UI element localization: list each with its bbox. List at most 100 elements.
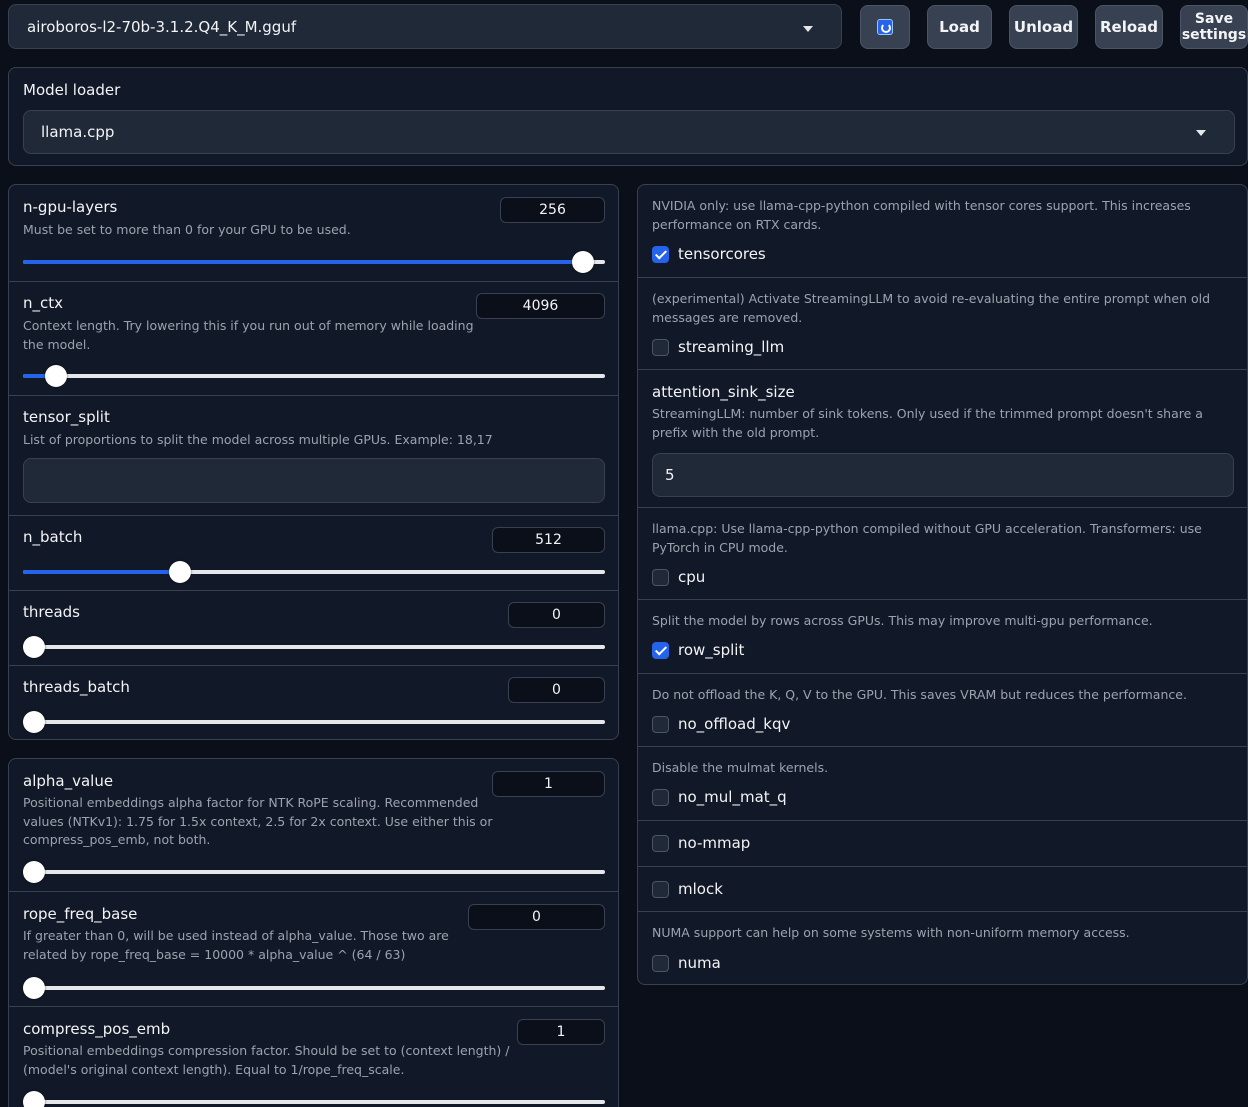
cpu-checkbox[interactable] bbox=[652, 569, 669, 586]
tensor-split-description: List of proportions to split the model a… bbox=[23, 432, 493, 447]
n-gpu-layers-slider[interactable] bbox=[23, 251, 605, 273]
slider-thumb[interactable] bbox=[571, 251, 594, 273]
no-mmap-row: no-mmap bbox=[638, 820, 1247, 866]
tensor-split-row: tensor_split List of proportions to spli… bbox=[9, 395, 618, 515]
cpu-row: llama.cpp: Use llama-cpp-python compiled… bbox=[638, 507, 1247, 599]
row-split-row: Split the model by rows across GPUs. Thi… bbox=[638, 599, 1247, 673]
no-mmap-label[interactable]: no-mmap bbox=[678, 834, 750, 852]
rope-settings-panel: alpha_value Positional embeddings alpha … bbox=[8, 758, 619, 1107]
threads-row: threads 0 bbox=[9, 590, 618, 665]
rope-freq-base-slider[interactable] bbox=[23, 977, 605, 999]
streaming-llm-row: (experimental) Activate StreamingLLM to … bbox=[638, 277, 1247, 369]
save-settings-label: Save settings bbox=[1181, 11, 1247, 43]
tensor-split-input[interactable] bbox=[23, 458, 605, 503]
load-button-label: Load bbox=[939, 18, 980, 36]
mlock-checkbox[interactable] bbox=[652, 881, 669, 898]
n-ctx-description: Context length. Try lowering this if you… bbox=[23, 318, 474, 352]
rope-freq-base-description: If greater than 0, will be used instead … bbox=[23, 928, 449, 962]
slider-thumb[interactable] bbox=[23, 977, 45, 999]
numa-checkbox[interactable] bbox=[652, 955, 669, 972]
model-loader-label: Model loader bbox=[23, 81, 121, 99]
n-batch-row: n_batch 512 bbox=[9, 515, 618, 590]
rope-freq-base-label: rope_freq_base bbox=[23, 905, 138, 923]
slider-fill bbox=[23, 260, 583, 264]
reload-button-label: Reload bbox=[1099, 18, 1159, 36]
compress-pos-emb-description: Positional embeddings compression factor… bbox=[23, 1043, 510, 1077]
mlock-label[interactable]: mlock bbox=[678, 880, 723, 898]
alpha-value-input[interactable]: 1 bbox=[492, 771, 605, 797]
threads-batch-input[interactable]: 0 bbox=[508, 677, 605, 703]
unload-button[interactable]: Unload bbox=[1009, 5, 1078, 49]
threads-input[interactable]: 0 bbox=[508, 602, 605, 628]
tensorcores-row: NVIDIA only: use llama-cpp-python compil… bbox=[638, 185, 1247, 277]
model-dropdown[interactable]: airoboros-l2-70b-3.1.2.Q4_K_M.gguf bbox=[8, 4, 842, 49]
cpu-description: llama.cpp: Use llama-cpp-python compiled… bbox=[652, 521, 1202, 555]
unload-button-label: Unload bbox=[1013, 18, 1074, 36]
streaming-llm-label[interactable]: streaming_llm bbox=[678, 338, 784, 356]
compress-pos-emb-slider[interactable] bbox=[23, 1091, 605, 1107]
load-button[interactable]: Load bbox=[927, 5, 992, 49]
no-offload-kqv-label[interactable]: no_offload_kqv bbox=[678, 715, 790, 733]
threads-batch-slider[interactable] bbox=[23, 711, 605, 733]
attention-sink-size-input[interactable]: 5 bbox=[652, 453, 1234, 497]
n-ctx-row: n_ctx Context length. Try lowering this … bbox=[9, 281, 618, 395]
streaming-llm-description: (experimental) Activate StreamingLLM to … bbox=[652, 291, 1211, 325]
tensorcores-checkbox[interactable] bbox=[652, 246, 669, 263]
alpha-value-slider[interactable] bbox=[23, 861, 605, 883]
no-offload-kqv-checkbox[interactable] bbox=[652, 716, 669, 733]
rope-freq-base-row: rope_freq_base If greater than 0, will b… bbox=[9, 891, 618, 1006]
reload-button[interactable]: Reload bbox=[1095, 5, 1163, 49]
refresh-button[interactable] bbox=[860, 5, 910, 49]
tensor-split-label: tensor_split bbox=[23, 408, 110, 426]
chevron-down-icon bbox=[1196, 130, 1206, 136]
no-mul-mat-q-row: Disable the mulmat kernels. no_mul_mat_q bbox=[638, 746, 1247, 820]
compress-pos-emb-input[interactable]: 1 bbox=[517, 1019, 605, 1045]
no-mul-mat-q-checkbox[interactable] bbox=[652, 789, 669, 806]
threads-slider[interactable] bbox=[23, 636, 605, 658]
row-split-checkbox[interactable] bbox=[652, 642, 669, 659]
refresh-icon bbox=[877, 19, 893, 35]
slider-thumb[interactable] bbox=[45, 365, 68, 387]
slider-thumb[interactable] bbox=[23, 711, 45, 733]
alpha-value-row: alpha_value Positional embeddings alpha … bbox=[9, 759, 618, 891]
row-split-label[interactable]: row_split bbox=[678, 641, 744, 659]
n-gpu-layers-description: Must be set to more than 0 for your GPU … bbox=[23, 222, 351, 237]
slider-thumb[interactable] bbox=[23, 636, 45, 658]
alpha-value-label: alpha_value bbox=[23, 772, 114, 790]
compress-pos-emb-row: compress_pos_emb Positional embeddings c… bbox=[9, 1006, 618, 1107]
compress-pos-emb-label: compress_pos_emb bbox=[23, 1020, 171, 1038]
streaming-llm-checkbox[interactable] bbox=[652, 339, 669, 356]
save-settings-button[interactable]: Save settings bbox=[1180, 5, 1248, 49]
n-gpu-layers-input[interactable]: 256 bbox=[500, 197, 605, 223]
numa-label[interactable]: numa bbox=[678, 954, 721, 972]
slider-thumb[interactable] bbox=[168, 561, 191, 583]
tensorcores-label[interactable]: tensorcores bbox=[678, 245, 766, 263]
n-gpu-layers-row: n-gpu-layers Must be set to more than 0 … bbox=[9, 185, 618, 281]
no-offload-kqv-row: Do not offload the K, Q, V to the GPU. T… bbox=[638, 673, 1247, 746]
n-ctx-label: n_ctx bbox=[23, 294, 64, 312]
no-mul-mat-q-label[interactable]: no_mul_mat_q bbox=[678, 788, 787, 806]
attention-sink-size-description: StreamingLLM: number of sink tokens. Onl… bbox=[652, 406, 1203, 440]
n-ctx-slider[interactable] bbox=[23, 365, 605, 387]
n-ctx-input[interactable]: 4096 bbox=[476, 293, 605, 319]
chevron-down-icon bbox=[803, 26, 813, 32]
rope-freq-base-input[interactable]: 0 bbox=[468, 904, 605, 930]
numa-description: NUMA support can help on some systems wi… bbox=[652, 925, 1130, 940]
row-split-description: Split the model by rows across GPUs. Thi… bbox=[652, 613, 1153, 628]
slider-fill bbox=[23, 570, 180, 574]
no-mmap-checkbox[interactable] bbox=[652, 835, 669, 852]
n-batch-input[interactable]: 512 bbox=[492, 527, 605, 553]
threads-label: threads bbox=[23, 603, 80, 621]
options-panel: NVIDIA only: use llama-cpp-python compil… bbox=[637, 184, 1248, 985]
model-loader-panel: Model loader llama.cpp bbox=[8, 67, 1248, 166]
slider-thumb[interactable] bbox=[23, 861, 45, 883]
model-loader-dropdown[interactable]: llama.cpp bbox=[23, 110, 1235, 154]
tensorcores-description: NVIDIA only: use llama-cpp-python compil… bbox=[652, 198, 1191, 232]
n-gpu-layers-label: n-gpu-layers bbox=[23, 198, 118, 216]
slider-thumb[interactable] bbox=[23, 1091, 45, 1107]
gpu-settings-panel: n-gpu-layers Must be set to more than 0 … bbox=[8, 184, 619, 740]
n-batch-slider[interactable] bbox=[23, 561, 605, 583]
cpu-label[interactable]: cpu bbox=[678, 568, 705, 586]
no-mul-mat-q-description: Disable the mulmat kernels. bbox=[652, 760, 829, 775]
numa-row: NUMA support can help on some systems wi… bbox=[638, 911, 1247, 984]
